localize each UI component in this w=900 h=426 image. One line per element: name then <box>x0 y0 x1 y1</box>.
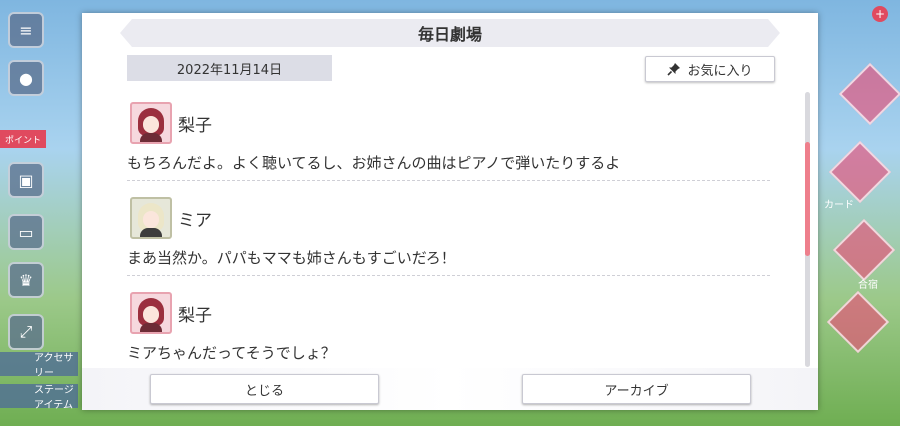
bg-tag-accessory: アクセサリー <box>0 352 78 379</box>
message-text: まあ当然か。パパもママも姉さんもすごいだろ！ <box>127 249 456 267</box>
scrollbar-thumb[interactable] <box>805 142 810 256</box>
bg-tile <box>838 62 900 126</box>
pin-icon <box>667 63 681 76</box>
bg-text-card: カード <box>824 200 854 211</box>
message-text: ミアちゃんだってそうでしょ？ <box>127 344 336 362</box>
bg-tag-stage-item: ステージアイテム <box>0 384 78 411</box>
background-right-menu: カード 合宿 <box>818 0 900 426</box>
speaker: 梨子 <box>130 291 212 335</box>
divider <box>127 180 770 181</box>
expand-icon: ⤢ <box>8 314 44 350</box>
bg-text-camp: 合宿 <box>858 280 878 291</box>
menu-icon: ≡ <box>8 12 44 48</box>
archive-button[interactable]: アーカイブ <box>522 374 751 404</box>
bg-red-tag: ポイント <box>0 130 46 148</box>
bg-tile <box>832 218 896 282</box>
dialog-footer: とじる アーカイブ <box>82 368 818 410</box>
speaker-name: 梨子 <box>178 305 212 326</box>
speaker-name: 梨子 <box>178 115 212 136</box>
message-log[interactable]: 梨子 もちろんだよ。よく聴いてるし、お姉さんの曲はピアノで弾いたりするよ ミア … <box>127 101 770 367</box>
plus-icon: + <box>872 6 888 22</box>
background-left-menu: ≡ ● ポイント ▣ ▭ ♛ ⤢ アクセサリー ステージアイテム <box>0 0 82 426</box>
scrollbar[interactable] <box>805 92 810 367</box>
monitor-icon: ▭ <box>8 214 44 250</box>
message-text: もちろんだよ。よく聴いてるし、お姉さんの曲はピアノで弾いたりするよ <box>127 154 621 172</box>
chat-icon: ● <box>8 60 44 96</box>
bg-tile <box>826 290 890 354</box>
gift-icon: ▣ <box>8 162 44 198</box>
speaker: 梨子 <box>130 101 212 145</box>
mia-avatar <box>130 197 172 239</box>
trophy-icon: ♛ <box>8 262 44 298</box>
riko-avatar <box>130 102 172 144</box>
speaker-name: ミア <box>178 210 212 231</box>
bg-tile <box>828 140 892 204</box>
daily-theater-dialog: 毎日劇場 2022年11月14日 お気に入り 梨子 もちろんだよ。よく聴いてるし… <box>82 13 818 410</box>
riko-avatar <box>130 292 172 334</box>
speaker: ミア <box>130 196 212 240</box>
divider <box>127 275 770 276</box>
favorite-button[interactable]: お気に入り <box>645 56 775 82</box>
favorite-label: お気に入り <box>687 63 753 79</box>
date-label: 2022年11月14日 <box>127 55 332 81</box>
dialog-title: 毎日劇場 <box>120 19 780 47</box>
close-button[interactable]: とじる <box>150 374 379 404</box>
